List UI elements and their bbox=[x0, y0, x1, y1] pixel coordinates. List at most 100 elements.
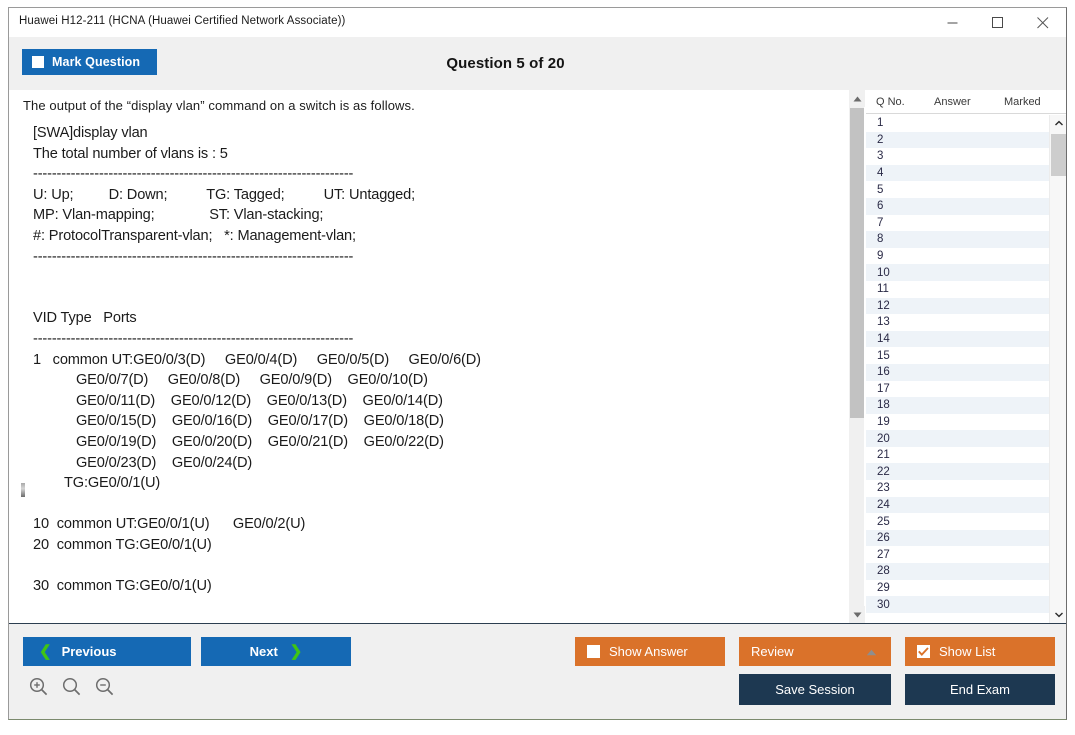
question-list-row[interactable]: 19 bbox=[866, 414, 1049, 431]
row-question-number: 17 bbox=[866, 383, 934, 395]
zoom-in-icon[interactable] bbox=[29, 677, 48, 701]
question-list-row[interactable]: 23 bbox=[866, 480, 1049, 497]
end-exam-label: End Exam bbox=[950, 682, 1010, 697]
mark-question-checkbox[interactable] bbox=[32, 56, 44, 68]
end-exam-button[interactable]: End Exam bbox=[905, 674, 1055, 705]
question-list-row[interactable]: 18 bbox=[866, 397, 1049, 414]
question-intro-text: The output of the “display vlan” command… bbox=[23, 98, 841, 113]
question-list-row[interactable]: 4 bbox=[866, 165, 1049, 182]
zoom-out-icon[interactable] bbox=[95, 677, 114, 701]
question-list-row[interactable]: 17 bbox=[866, 381, 1049, 398]
question-list-row[interactable]: 20 bbox=[866, 430, 1049, 447]
row-question-number: 7 bbox=[866, 217, 934, 229]
row-question-number: 16 bbox=[866, 366, 934, 378]
show-list-label: Show List bbox=[939, 644, 995, 659]
next-button[interactable]: Next ❯ bbox=[201, 637, 351, 666]
chevron-up-icon bbox=[1054, 120, 1064, 127]
question-list-row[interactable]: 3 bbox=[866, 148, 1049, 165]
row-question-number: 29 bbox=[866, 582, 934, 594]
previous-button[interactable]: ❮ Previous bbox=[23, 637, 191, 666]
question-list-row[interactable]: 5 bbox=[866, 181, 1049, 198]
row-question-number: 6 bbox=[866, 200, 934, 212]
question-list-row[interactable]: 2 bbox=[866, 132, 1049, 149]
row-question-number: 21 bbox=[866, 449, 934, 461]
show-answer-button[interactable]: Show Answer bbox=[575, 637, 725, 666]
main-content-scrollbar[interactable] bbox=[848, 90, 864, 623]
chevron-up-icon bbox=[866, 644, 877, 659]
question-list-header: Q No. Answer Marked bbox=[866, 90, 1066, 114]
question-list-row[interactable]: 26 bbox=[866, 530, 1049, 547]
main-scrollbar-thumb[interactable] bbox=[850, 108, 864, 418]
row-question-number: 14 bbox=[866, 333, 934, 345]
mark-question-label: Mark Question bbox=[52, 55, 140, 69]
chevron-down-icon bbox=[1054, 611, 1064, 618]
question-list-row[interactable]: 16 bbox=[866, 364, 1049, 381]
column-header-qno: Q No. bbox=[866, 96, 934, 108]
list-scroll-up-button[interactable] bbox=[1050, 115, 1067, 132]
scroll-up-button[interactable] bbox=[849, 90, 865, 107]
question-list-row[interactable]: 12 bbox=[866, 298, 1049, 315]
maximize-icon bbox=[992, 17, 1004, 29]
question-list-row[interactable]: 21 bbox=[866, 447, 1049, 464]
save-session-button[interactable]: Save Session bbox=[739, 674, 891, 705]
column-header-answer: Answer bbox=[934, 96, 1004, 108]
minimize-button[interactable] bbox=[930, 8, 975, 37]
show-list-checkbox[interactable] bbox=[917, 645, 930, 658]
row-question-number: 8 bbox=[866, 233, 934, 245]
row-question-number: 20 bbox=[866, 433, 934, 445]
row-question-number: 3 bbox=[866, 150, 934, 162]
close-icon bbox=[1037, 17, 1049, 29]
question-list-row[interactable]: 29 bbox=[866, 580, 1049, 597]
chevron-right-icon: ❯ bbox=[290, 644, 303, 659]
question-list-row[interactable]: 7 bbox=[866, 215, 1049, 232]
row-question-number: 12 bbox=[866, 300, 934, 312]
list-scrollbar-thumb[interactable] bbox=[1051, 134, 1066, 176]
close-button[interactable] bbox=[1020, 8, 1065, 37]
row-question-number: 18 bbox=[866, 399, 934, 411]
question-list-rows[interactable]: 1234567891011121314151617181920212223242… bbox=[866, 115, 1049, 623]
question-list-row[interactable]: 8 bbox=[866, 231, 1049, 248]
question-content-pane: The output of the “display vlan” command… bbox=[9, 90, 841, 623]
review-dropdown[interactable]: Review bbox=[739, 637, 891, 666]
row-question-number: 30 bbox=[866, 599, 934, 611]
row-question-number: 5 bbox=[866, 184, 934, 196]
row-question-number: 25 bbox=[866, 516, 934, 528]
row-question-number: 26 bbox=[866, 532, 934, 544]
question-list-row[interactable]: 24 bbox=[866, 497, 1049, 514]
show-list-button[interactable]: Show List bbox=[905, 637, 1055, 666]
question-list-scrollbar[interactable] bbox=[1049, 115, 1066, 623]
review-label: Review bbox=[751, 644, 794, 659]
question-list-row[interactable]: 1 bbox=[866, 115, 1049, 132]
question-list-row[interactable]: 15 bbox=[866, 347, 1049, 364]
question-list-row[interactable]: 9 bbox=[866, 248, 1049, 265]
scroll-down-button[interactable] bbox=[849, 606, 865, 623]
zoom-reset-icon[interactable] bbox=[62, 677, 81, 701]
question-list-row[interactable]: 28 bbox=[866, 563, 1049, 580]
chevron-left-icon: ❮ bbox=[39, 644, 52, 659]
list-scroll-down-button[interactable] bbox=[1050, 606, 1067, 623]
maximize-button[interactable] bbox=[975, 8, 1020, 37]
scan-artifact-mark bbox=[21, 483, 25, 497]
row-question-number: 27 bbox=[866, 549, 934, 561]
question-list-row[interactable]: 13 bbox=[866, 314, 1049, 331]
question-list-row[interactable]: 22 bbox=[866, 463, 1049, 480]
question-list-row[interactable]: 30 bbox=[866, 596, 1049, 613]
question-list-row[interactable]: 6 bbox=[866, 198, 1049, 215]
question-list-row[interactable]: 14 bbox=[866, 331, 1049, 348]
chevron-down-icon bbox=[853, 612, 862, 618]
question-list-row[interactable]: 27 bbox=[866, 546, 1049, 563]
show-answer-checkbox[interactable] bbox=[587, 645, 600, 658]
row-question-number: 1 bbox=[866, 117, 934, 129]
question-list-row[interactable]: 10 bbox=[866, 264, 1049, 281]
previous-label: Previous bbox=[62, 644, 117, 659]
question-list-row[interactable]: 25 bbox=[866, 513, 1049, 530]
row-question-number: 28 bbox=[866, 565, 934, 577]
mark-question-button[interactable]: Mark Question bbox=[22, 49, 157, 75]
minimize-icon bbox=[947, 17, 958, 28]
row-question-number: 15 bbox=[866, 350, 934, 362]
window-title: Huawei H12-211 (HCNA (Huawei Certified N… bbox=[19, 15, 345, 27]
chevron-up-icon bbox=[853, 96, 862, 102]
question-counter: Question 5 of 20 bbox=[9, 37, 1066, 90]
row-question-number: 11 bbox=[866, 283, 934, 295]
question-list-row[interactable]: 11 bbox=[866, 281, 1049, 298]
